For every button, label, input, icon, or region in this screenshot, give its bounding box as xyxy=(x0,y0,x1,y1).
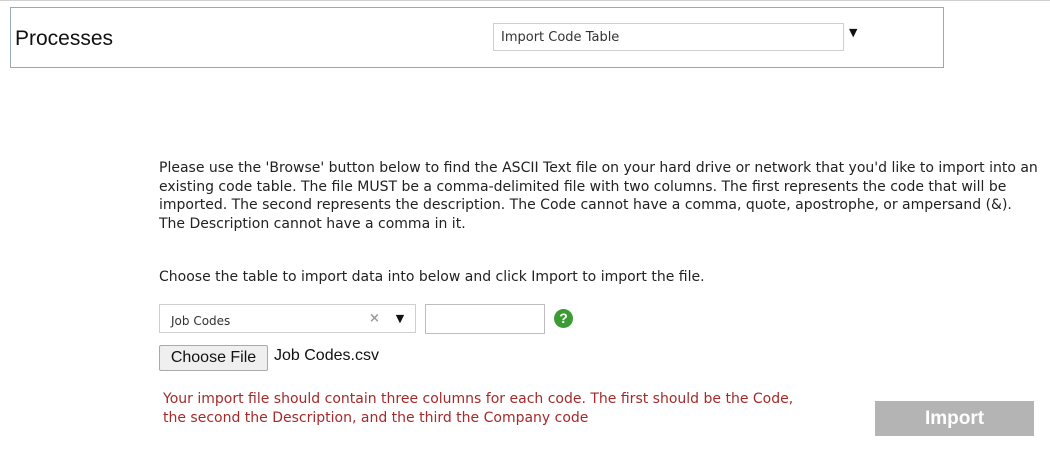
header-panel: Processes Import Code Table ▼ xyxy=(10,7,944,68)
table-select[interactable]: Job Codes × xyxy=(159,304,386,333)
triangle-down-icon[interactable]: ▼ xyxy=(849,26,857,39)
selected-file-name: Job Codes.csv xyxy=(274,347,379,364)
table-select-toggle[interactable]: ▼ xyxy=(385,304,416,333)
code-input[interactable] xyxy=(425,304,545,334)
top-divider xyxy=(0,0,1050,1)
triangle-down-icon: ▼ xyxy=(395,312,405,325)
process-select-value: Import Code Table xyxy=(501,30,620,45)
choose-file-button[interactable]: Choose File xyxy=(159,345,268,371)
close-icon[interactable]: × xyxy=(369,311,380,326)
choose-table-text: Choose the table to import data into bel… xyxy=(159,269,705,285)
import-warning-text: Your import file should contain three co… xyxy=(163,391,794,426)
import-button[interactable]: Import xyxy=(875,401,1034,436)
page-title: Processes xyxy=(15,27,114,50)
table-select-value: Job Codes xyxy=(171,314,231,328)
instructions-text: Please use the 'Browse' button below to … xyxy=(159,160,1038,232)
help-icon[interactable]: ? xyxy=(554,309,573,328)
process-select[interactable]: Import Code Table xyxy=(493,23,844,51)
